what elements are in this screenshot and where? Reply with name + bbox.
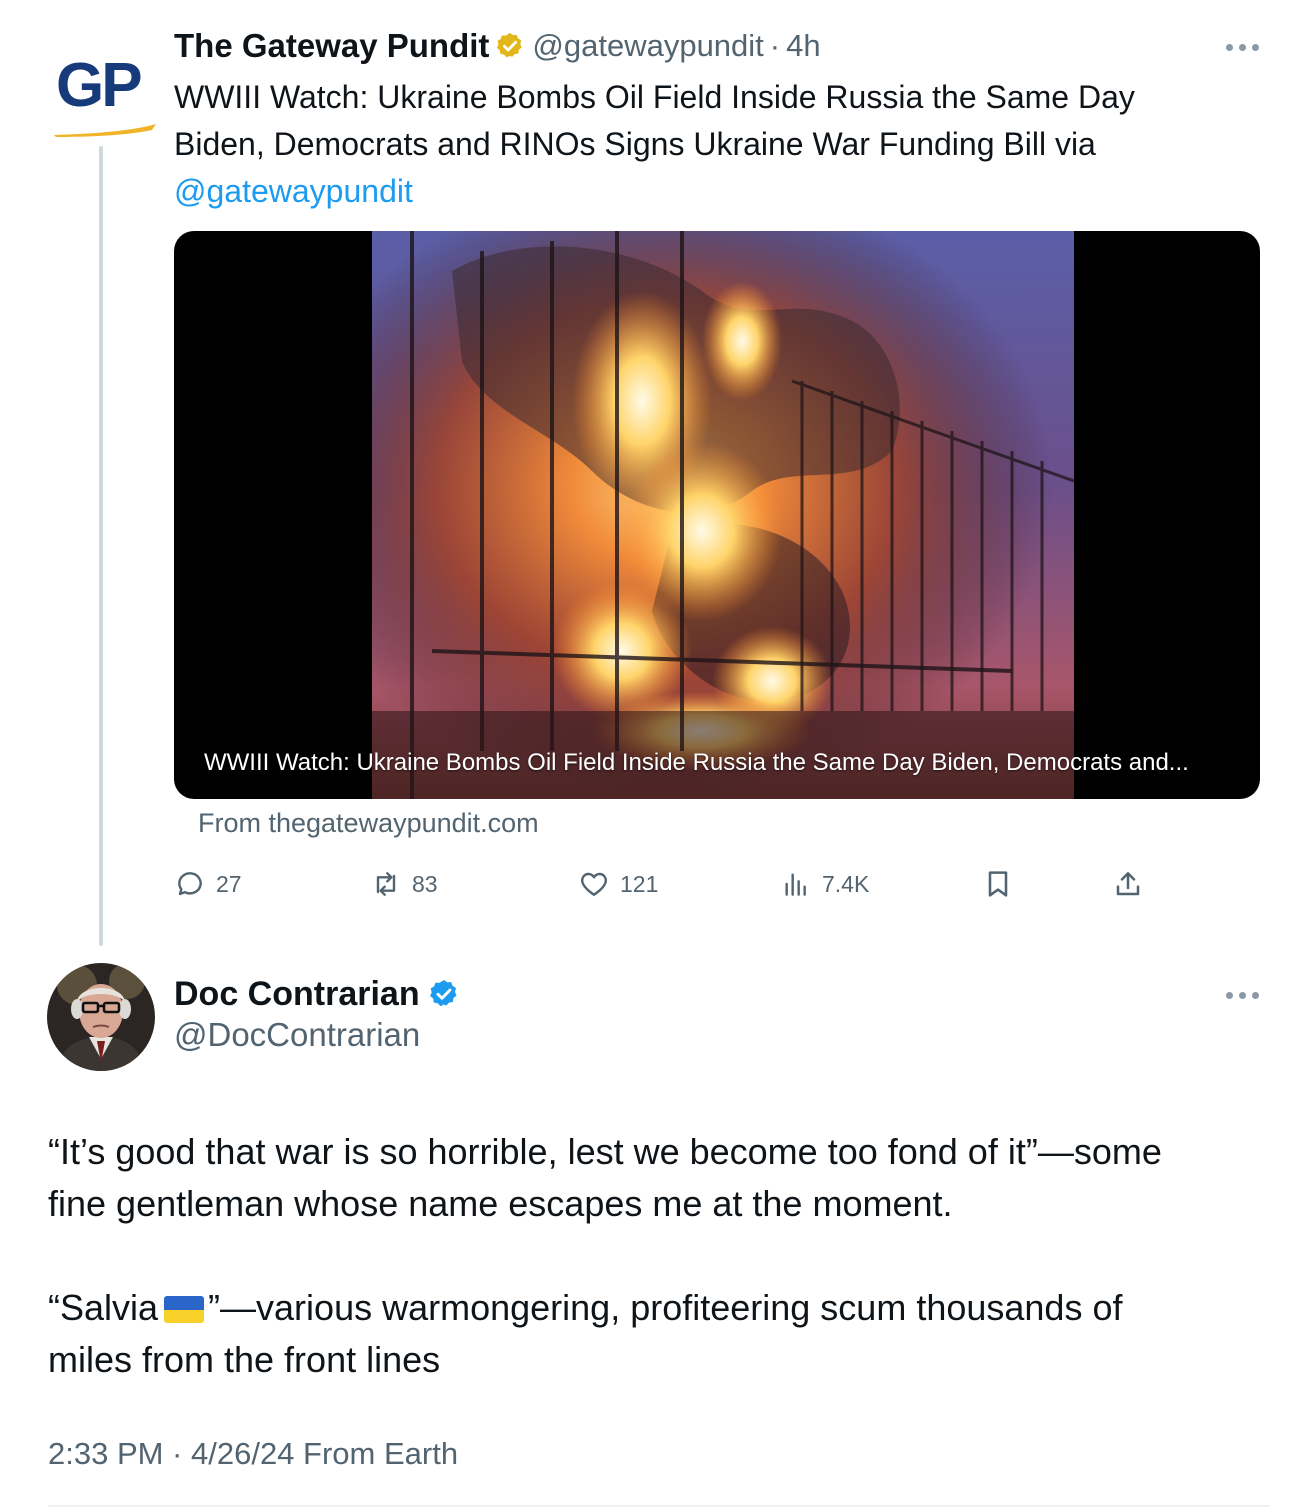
thread-connector-line — [99, 146, 103, 946]
repost-count: 83 — [412, 870, 438, 897]
bookmark-icon — [988, 871, 1008, 897]
reply-icon — [178, 872, 202, 896]
link-card-media[interactable]: WWIII Watch: Ukraine Bombs Oil Field Ins… — [174, 231, 1260, 799]
card-caption: WWIII Watch: Ukraine Bombs Oil Field Ins… — [204, 749, 1189, 776]
blue-verified-badge-icon[interactable] — [428, 978, 460, 1010]
tweet-action-bar: 27 83 121 7.4K — [174, 862, 1164, 906]
tweet-text-line: “Salvia ”—various warmongering, profiteer… — [48, 1282, 1278, 1334]
author-display-name[interactable]: The Gateway Pundit — [174, 27, 489, 65]
salvia-word: “Salvia — [48, 1287, 159, 1328]
tweet-timestamp[interactable]: 2:33 PM · 4/26/24 From Earth — [48, 1436, 458, 1472]
reply-author-display-name[interactable]: Doc Contrarian — [174, 975, 420, 1014]
card-source-link[interactable]: From thegatewaypundit.com — [198, 808, 539, 839]
portrait-photo — [47, 963, 155, 1071]
view-count: 7.4K — [822, 870, 870, 897]
tweet-text-line: WWIII Watch: Ukraine Bombs Oil Field Ins… — [174, 79, 1135, 115]
ukraine-flag-icon — [164, 1296, 205, 1323]
doc-contrarian-avatar[interactable] — [47, 963, 155, 1071]
fire-video-thumbnail — [372, 231, 1074, 799]
mention-link[interactable]: @gatewaypundit — [174, 168, 1264, 215]
bookmark-button[interactable] — [982, 862, 1014, 906]
repost-button[interactable]: 83 — [370, 862, 438, 906]
repost-icon — [376, 872, 396, 896]
share-button[interactable] — [1112, 862, 1144, 906]
author-handle[interactable]: @gatewaypundit — [532, 28, 763, 64]
gold-verified-badge-icon[interactable] — [495, 31, 525, 61]
parent-tweet-text: WWIII Watch: Ukraine Bombs Oil Field Ins… — [174, 74, 1264, 215]
tweet-paragraph: “It’s good that war is so horrible, lest… — [48, 1126, 1278, 1230]
more-options-icon[interactable] — [1226, 990, 1260, 1002]
like-count: 121 — [620, 870, 659, 897]
tweet-text-line: miles from the front lines — [48, 1339, 441, 1380]
tweet-text-line: fine gentleman whose name escapes me at … — [48, 1183, 953, 1224]
reply-author-row: Doc Contrarian — [174, 972, 460, 1016]
views-button[interactable]: 7.4K — [780, 862, 869, 906]
tweet-text-line: “It’s good that war is so horrible, lest… — [48, 1131, 1162, 1172]
reply-author-handle[interactable]: @DocContrarian — [174, 1016, 420, 1054]
tweet-time[interactable]: 4h — [786, 28, 820, 64]
separator-dot: · — [769, 28, 781, 63]
reply-tweet-text: “It’s good that war is so horrible, lest… — [48, 1126, 1278, 1386]
views-chart-icon — [785, 873, 806, 896]
avatar-logo-text: GP — [56, 51, 143, 120]
reply-count: 27 — [216, 870, 242, 897]
logo-swoosh-icon — [54, 124, 156, 137]
gateway-pundit-avatar[interactable]: GP — [52, 50, 160, 142]
divider — [48, 1505, 1270, 1507]
share-icon — [1116, 872, 1140, 896]
heart-icon — [580, 872, 608, 896]
tweet-text-line: Biden, Democrats and RINOs Signs Ukraine… — [174, 126, 1096, 162]
reply-button[interactable]: 27 — [174, 862, 242, 906]
more-options-icon[interactable] — [1226, 42, 1260, 54]
tweet-paragraph: “Salvia ”—various warmongering, profiteer… — [48, 1282, 1278, 1386]
parent-tweet-header: The Gateway Pundit @gatewaypundit · 4h — [174, 24, 821, 68]
tweet-text-segment: ”—various warmongering, profiteering scu… — [208, 1287, 1123, 1328]
like-button[interactable]: 121 — [578, 862, 658, 906]
